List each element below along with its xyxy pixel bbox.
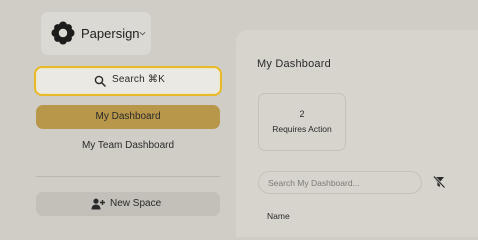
search-button[interactable]: Search ⌘K	[34, 66, 222, 96]
dashboard-search-input[interactable]	[258, 171, 422, 194]
sidebar-item-my-dashboard[interactable]: My Dashboard	[36, 105, 220, 129]
new-space-button[interactable]: New Space	[36, 192, 220, 216]
new-space-label: New Space	[110, 198, 162, 209]
workspace-switcher[interactable]: Papersign	[41, 12, 151, 55]
sidebar-item-my-team-dashboard[interactable]: My Team Dashboard	[36, 135, 220, 157]
sidebar-item-label: My Team Dashboard	[81, 140, 175, 151]
brand-name: Papersign	[81, 26, 140, 41]
filter-clear-icon[interactable]	[432, 175, 446, 189]
stat-label: Requires Action	[272, 124, 332, 134]
search-icon	[94, 75, 106, 87]
add-user-icon	[91, 198, 105, 210]
requires-action-card[interactable]: 2 Requires Action	[258, 93, 346, 151]
main-panel: My Dashboard 2 Requires Action Name	[236, 30, 478, 237]
sidebar-item-label: My Dashboard	[95, 111, 161, 122]
column-header-name[interactable]: Name	[267, 211, 290, 221]
chevron-down-icon	[139, 31, 146, 36]
sidebar-divider	[36, 176, 220, 177]
stat-count: 2	[299, 109, 305, 119]
page-title: My Dashboard	[257, 58, 331, 70]
flower-logo-icon	[51, 21, 75, 45]
sidebar: Papersign Search ⌘K My Dashboard My Team…	[0, 0, 236, 237]
search-label: Search ⌘K	[112, 74, 165, 85]
